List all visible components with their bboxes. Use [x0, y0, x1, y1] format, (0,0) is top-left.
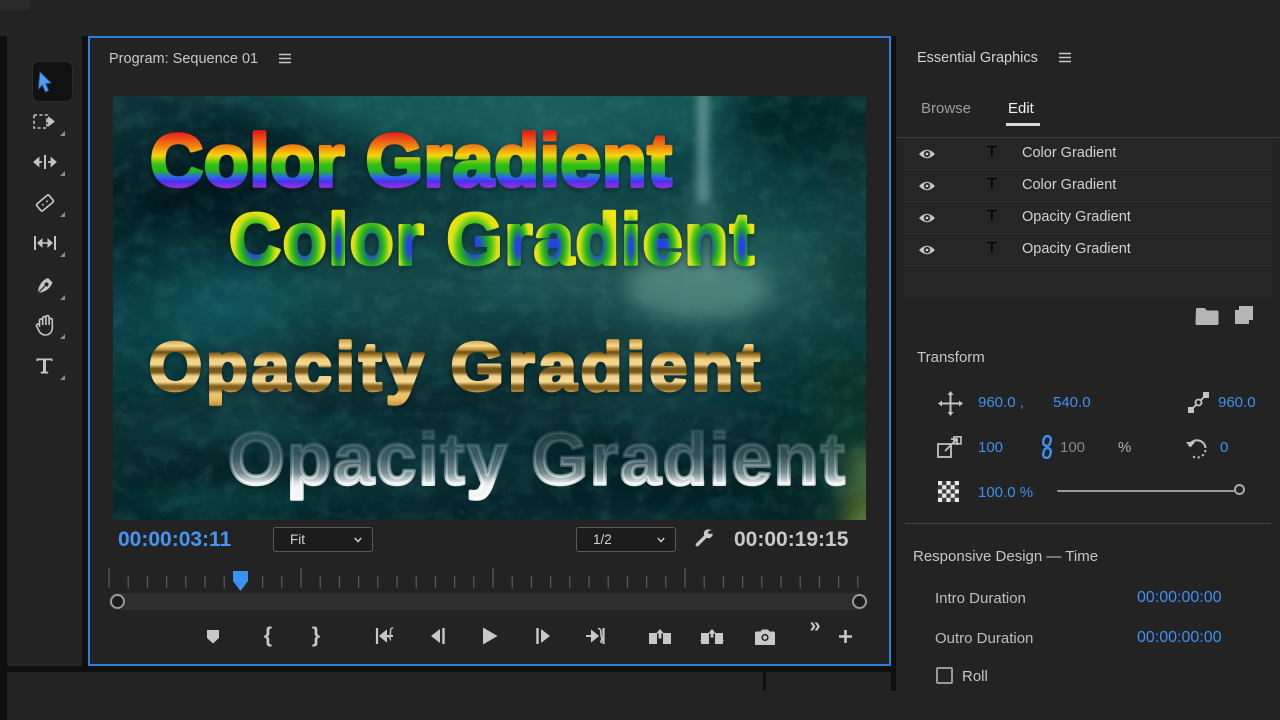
svg-text:t: t [730, 200, 754, 280]
svg-text:a: a [534, 200, 575, 280]
svg-text:a: a [453, 119, 495, 202]
svg-text:l: l [249, 119, 270, 202]
svg-text:t: t [440, 419, 464, 500]
svg-text:G: G [531, 419, 588, 500]
svg-text:O: O [228, 419, 285, 500]
svg-text:n: n [684, 200, 728, 280]
svg-text:d: d [575, 200, 619, 280]
svg-text:e: e [643, 200, 683, 280]
svg-text:t: t [820, 419, 844, 500]
svg-text:c: c [376, 419, 417, 500]
svg-text:i: i [621, 200, 641, 280]
svg-text:i: i [418, 419, 438, 500]
svg-text:e: e [731, 419, 772, 500]
svg-text:r: r [395, 200, 423, 280]
svg-text:a: a [620, 419, 662, 500]
svg-text:r: r [423, 119, 452, 202]
svg-text:C: C [150, 119, 203, 202]
svg-text:o: o [270, 119, 315, 202]
svg-text:o: o [350, 200, 394, 280]
svg-text:o: o [204, 119, 249, 202]
svg-text:n: n [774, 419, 819, 500]
svg-text:a: a [333, 419, 375, 500]
svg-text:r: r [504, 200, 532, 280]
svg-text:d: d [494, 119, 539, 202]
svg-text:l: l [328, 200, 348, 280]
svg-text:r: r [590, 419, 618, 500]
svg-text:p: p [287, 419, 332, 500]
svg-text:Opacity Gradient: Opacity Gradient [149, 329, 764, 405]
svg-text:o: o [283, 200, 327, 280]
svg-text:r: r [316, 119, 345, 202]
svg-text:n: n [602, 119, 647, 202]
svg-text:i: i [540, 119, 561, 202]
svg-text:C: C [229, 200, 281, 280]
svg-text:e: e [560, 119, 601, 202]
svg-text:i: i [709, 419, 729, 500]
svg-text:G: G [447, 200, 503, 280]
svg-text:G: G [366, 119, 424, 202]
svg-text:y: y [467, 419, 508, 500]
svg-text:t: t [647, 119, 672, 202]
svg-text:d: d [663, 419, 708, 500]
